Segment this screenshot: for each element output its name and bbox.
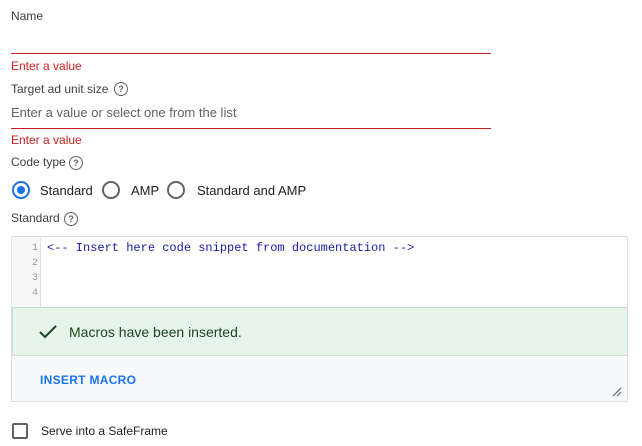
name-input-underline (11, 53, 491, 54)
line-number: 3 (31, 273, 38, 284)
resize-handle-icon[interactable] (610, 385, 622, 397)
help-icon[interactable]: ? (114, 82, 128, 96)
name-error: Enter a value (11, 59, 82, 73)
line-number: 1 (31, 243, 38, 254)
editor-footer: INSERT MACRO (12, 357, 627, 401)
radio-amp[interactable] (102, 181, 120, 199)
line-number: 2 (31, 258, 38, 269)
safeframe-checkbox[interactable] (12, 423, 28, 439)
radio-standard-and-amp[interactable] (167, 181, 185, 199)
target-size-error: Enter a value (11, 133, 82, 147)
standard-label: Standard (11, 211, 60, 225)
name-label: Name (11, 9, 44, 23)
safeframe-label[interactable]: Serve into a SafeFrame (41, 424, 168, 438)
check-icon (39, 325, 57, 339)
help-icon[interactable]: ? (69, 156, 83, 170)
code-type-label: Code type (11, 155, 66, 169)
macros-success-banner: Macros have been inserted. (12, 307, 628, 356)
name-input[interactable] (11, 24, 491, 52)
target-size-input[interactable]: Enter a value or select one from the lis… (11, 105, 491, 125)
radio-standard[interactable] (12, 181, 30, 199)
radio-standard-and-amp-label[interactable]: Standard and AMP (197, 183, 306, 198)
target-size-underline (11, 128, 491, 129)
target-size-label: Target ad unit size (11, 82, 109, 96)
help-icon[interactable]: ? (64, 212, 78, 226)
line-number: 4 (31, 288, 38, 299)
code-line-1[interactable]: <-- Insert here code snippet from docume… (47, 241, 414, 255)
radio-standard-label[interactable]: Standard (40, 183, 93, 198)
insert-macro-button[interactable]: INSERT MACRO (40, 373, 136, 387)
radio-amp-label[interactable]: AMP (131, 183, 159, 198)
success-message: Macros have been inserted. (69, 324, 242, 340)
